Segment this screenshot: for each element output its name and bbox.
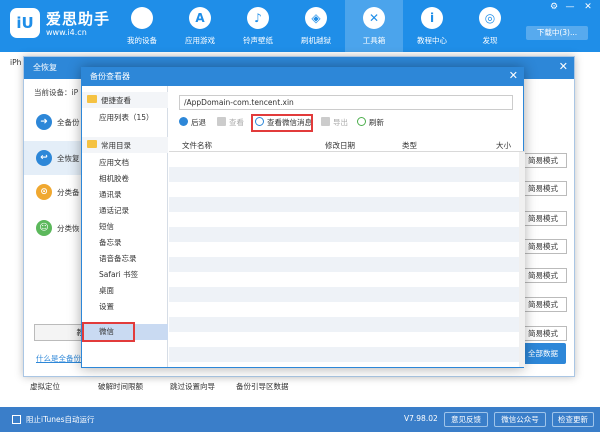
- close-icon[interactable]: ✕: [559, 60, 568, 73]
- table-row: [169, 347, 525, 362]
- export-icon: [321, 117, 330, 126]
- shortcut-virtual-location[interactable]: 虚拟定位: [30, 381, 60, 392]
- back-button[interactable]: 后退: [179, 116, 206, 130]
- itunes-label: 阻止iTunes自动运行: [26, 415, 95, 424]
- undo-icon: ↩: [36, 150, 52, 166]
- table-row: [169, 302, 525, 317]
- refresh-button[interactable]: 刷新: [357, 116, 384, 130]
- arrow-right-icon: ➜: [36, 114, 52, 130]
- file-table-header: 文件名称 修改日期 类型 大小: [169, 138, 525, 152]
- vertical-scrollbar[interactable]: [519, 152, 525, 367]
- check-update-button[interactable]: 检查更新: [552, 412, 594, 427]
- column-name[interactable]: 文件名称: [182, 140, 212, 151]
- full-backup-help-link[interactable]: 什么是全备份: [36, 353, 81, 364]
- status-bar: 阻止iTunes自动运行 V7.98.02 意见反馈 微信公众号 检查更新: [0, 407, 600, 432]
- simple-mode-button[interactable]: 简易模式: [519, 239, 567, 254]
- sidebar-item-settings[interactable]: 设置: [82, 299, 168, 315]
- table-row: [169, 152, 525, 167]
- sidebar-item-desktop[interactable]: 桌面: [82, 283, 168, 299]
- sidebar-item-call-log[interactable]: 通话记录: [82, 203, 168, 219]
- view-button[interactable]: 查看: [217, 116, 244, 130]
- itunes-checkbox[interactable]: [12, 415, 21, 424]
- sidebar-item-app-docs[interactable]: 应用文档: [82, 155, 168, 171]
- column-size[interactable]: 大小: [496, 140, 511, 151]
- folder-icon: [87, 140, 97, 148]
- table-row: [169, 167, 525, 182]
- simple-mode-button[interactable]: 简易模式: [519, 297, 567, 312]
- nav-apps[interactable]: A 应用游戏: [171, 0, 229, 52]
- sidebar-item-contacts[interactable]: 通讯录: [82, 187, 168, 203]
- current-device-label: 当前设备：iP: [34, 88, 79, 97]
- nav-discover[interactable]: ◎ 发现: [461, 0, 519, 52]
- wechat-button-highlight-box: [251, 114, 313, 132]
- sidebar-item-safari-bookmarks[interactable]: Safari 书签: [82, 267, 168, 283]
- version-label: V7.98.02: [404, 414, 438, 423]
- sidebar-item-camera-roll[interactable]: 相机胶卷: [82, 171, 168, 187]
- device-tab[interactable]: iPh: [10, 58, 21, 67]
- table-row: [169, 257, 525, 272]
- back-icon: [179, 117, 188, 126]
- nav-tutorials[interactable]: i 教程中心: [403, 0, 461, 52]
- close-icon[interactable]: ✕: [509, 69, 518, 82]
- backup-viewer-title: 备份查看器: [82, 68, 523, 86]
- category-backup-icon: ⊙: [36, 184, 52, 200]
- folder-icon: [87, 95, 97, 103]
- refresh-icon: [357, 117, 366, 126]
- sidebar-item-sms[interactable]: 短信: [82, 219, 168, 235]
- table-row: [169, 242, 525, 257]
- simple-mode-button[interactable]: 简易模式: [519, 211, 567, 226]
- group-quick-view: 便捷查看: [82, 92, 168, 108]
- shortcut-backup-boot[interactable]: 备份引导区数据: [236, 381, 289, 392]
- export-button[interactable]: 导出: [321, 116, 348, 130]
- music-icon: ♪: [247, 7, 269, 29]
- app-store-icon: A: [189, 7, 211, 29]
- nav-ringtones[interactable]: ♪ 铃声壁纸: [229, 0, 287, 52]
- settings-icon[interactable]: ⚙: [548, 2, 560, 12]
- column-date[interactable]: 修改日期: [325, 140, 355, 151]
- table-row: [169, 317, 525, 332]
- sidebar-item-voice-memos[interactable]: 语音备忘录: [82, 251, 168, 267]
- info-icon: i: [421, 7, 443, 29]
- wechat-highlight-box: [82, 322, 135, 342]
- table-row: [169, 227, 525, 242]
- category-restore-icon: ☺: [36, 220, 52, 236]
- column-type[interactable]: 类型: [402, 140, 417, 151]
- feedback-button[interactable]: 意见反馈: [444, 412, 488, 427]
- nav-my-device[interactable]: 我的设备: [113, 0, 171, 52]
- table-row: [169, 287, 525, 302]
- sidebar-item-app-list[interactable]: 应用列表（15）: [82, 110, 168, 126]
- apple-icon: [131, 7, 153, 29]
- top-bar: iU 爱思助手 www.i4.cn 我的设备 A 应用游戏 ♪ 铃声壁纸 ◈ 刷…: [0, 0, 600, 52]
- compass-icon: ◎: [479, 7, 501, 29]
- simple-mode-button[interactable]: 简易模式: [519, 181, 567, 196]
- tools-icon: ✕: [363, 7, 385, 29]
- view-icon: [217, 117, 226, 126]
- simple-mode-button[interactable]: 简易模式: [519, 268, 567, 283]
- minimize-icon[interactable]: —: [564, 2, 576, 12]
- viewer-sidebar: 便捷查看 应用列表（15） 常用目录 应用文档 相机胶卷 通讯录 通话记录 短信…: [82, 86, 168, 367]
- simple-mode-button[interactable]: 简易模式: [519, 326, 567, 341]
- backup-viewer-dialog: 备份查看器 ✕ 便捷查看 应用列表（15） 常用目录 应用文档 相机胶卷 通讯录…: [81, 67, 525, 368]
- nav-flash[interactable]: ◈ 刷机越狱: [287, 0, 345, 52]
- brand-name: 爱思助手: [46, 10, 111, 28]
- close-icon[interactable]: ✕: [582, 2, 594, 12]
- wechat-account-button[interactable]: 微信公众号: [494, 412, 546, 427]
- sidebar-item-notes[interactable]: 备忘录: [82, 235, 168, 251]
- table-row: [169, 197, 525, 212]
- simple-mode-button[interactable]: 简易模式: [519, 153, 567, 168]
- app-logo: iU: [10, 8, 40, 38]
- table-row: [169, 212, 525, 227]
- path-input[interactable]: /AppDomain-com.tencent.xin: [179, 95, 513, 110]
- shortcut-skip-setup[interactable]: 跳过设置向导: [170, 381, 215, 392]
- viewer-main: /AppDomain-com.tencent.xin 后退 查看 查看微信消息 …: [169, 86, 525, 367]
- table-row: [169, 182, 525, 197]
- nav-toolbox[interactable]: ✕ 工具箱: [345, 0, 403, 52]
- group-common-dirs: 常用目录: [82, 137, 168, 153]
- table-row: [169, 332, 525, 347]
- shortcut-screen-time[interactable]: 破解时间限额: [98, 381, 143, 392]
- dropbox-icon: ◈: [305, 7, 327, 29]
- table-row: [169, 272, 525, 287]
- brand-url: www.i4.cn: [46, 28, 87, 37]
- download-button[interactable]: 下载中(3)...: [526, 26, 588, 40]
